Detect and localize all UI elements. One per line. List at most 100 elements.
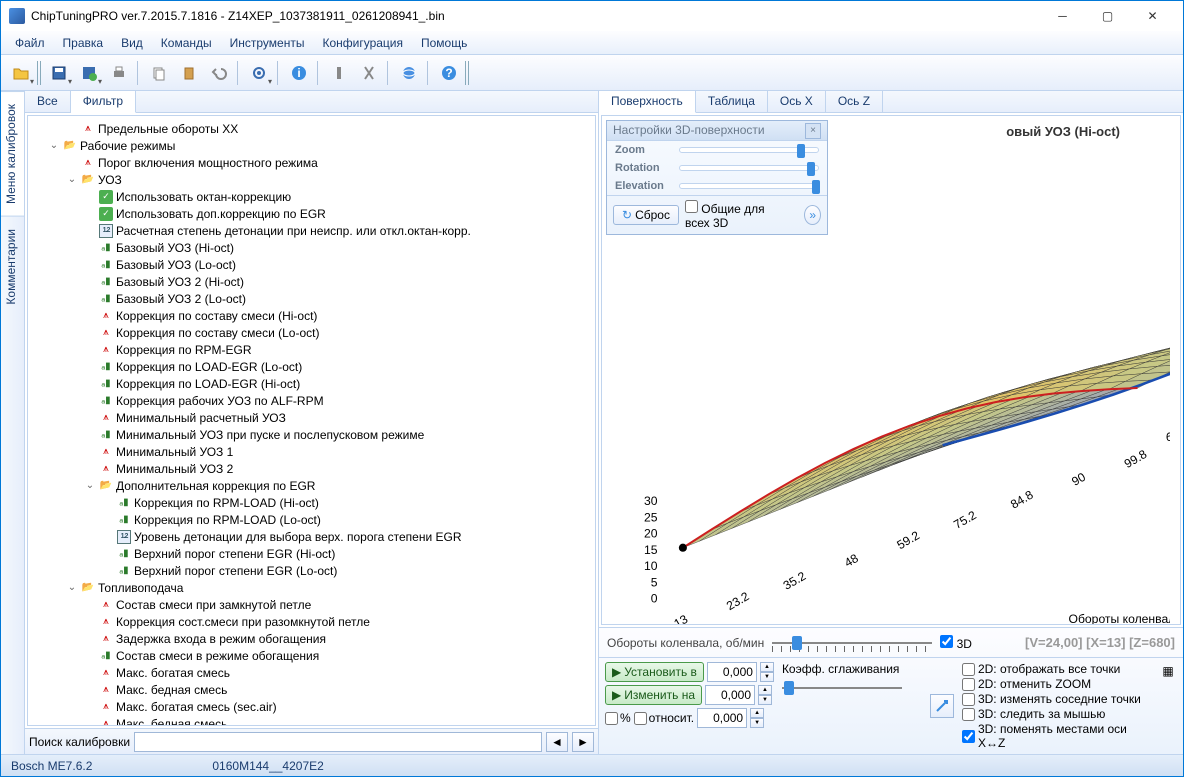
sidetab-calibrations[interactable]: Меню калибровок xyxy=(1,91,24,216)
tree-item[interactable]: ⩚Состав смеси при замкнутой петле xyxy=(30,596,593,613)
set-spinner[interactable]: ▲▼ xyxy=(760,662,774,682)
elevation-slider[interactable] xyxy=(679,183,819,189)
tree-item[interactable]: ₐ▮Минимальный УОЗ при пуске и послепуско… xyxy=(30,426,593,443)
grid-icon[interactable]: ▦ xyxy=(1159,662,1177,680)
menu-tools[interactable]: Инструменты xyxy=(224,34,311,52)
menu-view[interactable]: Вид xyxy=(115,34,149,52)
globe-button[interactable] xyxy=(395,59,423,87)
tab-table[interactable]: Таблица xyxy=(696,91,768,112)
tree-item[interactable]: ⩚Макс. богатая смесь (sec.air) xyxy=(30,698,593,715)
expand-button[interactable]: » xyxy=(804,205,821,225)
close-button[interactable]: ✕ xyxy=(1130,1,1175,31)
tree-item[interactable]: ₐ▮Коррекция по LOAD-EGR (Hi-oct) xyxy=(30,375,593,392)
gear-button[interactable] xyxy=(245,59,273,87)
smooth-slider[interactable] xyxy=(782,679,902,697)
tree-item[interactable]: ⩚Коррекция по составу смеси (Lo-oct) xyxy=(30,324,593,341)
tool1-button[interactable] xyxy=(325,59,353,87)
rel-value-input[interactable] xyxy=(697,708,747,728)
tab-surface[interactable]: Поверхность xyxy=(599,91,696,113)
tree-item[interactable]: ₐ▮Верхний порог степени EGR (Lo-oct) xyxy=(30,562,593,579)
zoom-slider[interactable] xyxy=(679,147,819,153)
tree-item[interactable]: ⩚Коррекция по составу смеси (Hi-oct) xyxy=(30,307,593,324)
tree-item[interactable]: ₐ▮Базовый УОЗ (Hi-oct) xyxy=(30,239,593,256)
tree-item[interactable]: ₐ▮Коррекция по RPM-LOAD (Lo-oct) xyxy=(30,511,593,528)
tree-item[interactable]: ✓Использовать доп.коррекцию по EGR xyxy=(30,205,593,222)
tree-item[interactable]: ✓Использовать октан-коррекцию xyxy=(30,188,593,205)
chart-area[interactable]: Настройки 3D-поверхности × Zoom Rotation… xyxy=(601,115,1181,625)
apply-smooth-button[interactable] xyxy=(930,694,954,718)
tree-item[interactable]: ⩚Порог включения мощностного режима xyxy=(30,154,593,171)
toolbar-handle-2[interactable] xyxy=(465,61,471,85)
toolbar-handle[interactable] xyxy=(37,61,43,85)
search-prev-button[interactable]: ◄ xyxy=(546,732,568,752)
tree-item[interactable]: ⩚Коррекция по RPM-EGR xyxy=(30,341,593,358)
change-value-input[interactable] xyxy=(705,685,755,705)
info-button[interactable]: i xyxy=(285,59,313,87)
search-input[interactable] xyxy=(134,732,542,752)
search-next-button[interactable]: ► xyxy=(572,732,594,752)
undo-button[interactable] xyxy=(205,59,233,87)
rotation-slider[interactable] xyxy=(679,165,819,171)
tool2-button[interactable] xyxy=(355,59,383,87)
tree-item[interactable]: ⩚Минимальный расчетный УОЗ xyxy=(30,409,593,426)
print-button[interactable] xyxy=(105,59,133,87)
tree-item[interactable]: ⩚Макс. бедная смесь xyxy=(30,681,593,698)
option-check[interactable]: 3D: изменять соседние точки xyxy=(962,692,1151,706)
calibration-tree[interactable]: ⩚Предельные обороты ХХ⌄📂Рабочие режимы⩚П… xyxy=(27,115,596,726)
tree-item[interactable]: ₐ▮Базовый УОЗ 2 (Hi-oct) xyxy=(30,273,593,290)
set-value-input[interactable] xyxy=(707,662,757,682)
set-button[interactable]: ▶ Установить в xyxy=(605,662,704,682)
3d-checkbox[interactable]: 3D xyxy=(940,635,972,651)
tree-item[interactable]: ⩚Минимальный УОЗ 2 xyxy=(30,460,593,477)
tree-item[interactable]: ⩚Предельные обороты ХХ xyxy=(30,120,593,137)
tab-all[interactable]: Все xyxy=(25,91,71,112)
tree-item[interactable]: 1.2Расчетная степень детонации при неисп… xyxy=(30,222,593,239)
tree-item[interactable]: ⌄📂Рабочие режимы xyxy=(30,137,593,154)
sidetab-comments[interactable]: Комментарии xyxy=(1,216,24,317)
tab-filter[interactable]: Фильтр xyxy=(71,91,136,113)
option-check[interactable]: 3D: поменять местами оси X↔Z xyxy=(962,722,1151,750)
tree-item[interactable]: ₐ▮Базовый УОЗ 2 (Lo-oct) xyxy=(30,290,593,307)
tree-item[interactable]: ⩚Задержка входа в режим обогащения xyxy=(30,630,593,647)
menu-edit[interactable]: Правка xyxy=(57,34,110,52)
rel-spinner[interactable]: ▲▼ xyxy=(750,708,764,728)
rpm-slider[interactable] xyxy=(772,634,932,652)
tree-item[interactable]: ₐ▮Базовый УОЗ (Lo-oct) xyxy=(30,256,593,273)
tab-axis-x[interactable]: Ось X xyxy=(768,91,826,112)
menu-help[interactable]: Помощь xyxy=(415,34,473,52)
reset-button[interactable]: ↻Сброс xyxy=(613,205,679,225)
menu-config[interactable]: Конфигурация xyxy=(316,34,409,52)
shared-checkbox[interactable]: Общие для всех 3D xyxy=(685,200,792,230)
copy-button[interactable] xyxy=(145,59,173,87)
relative-checkbox[interactable]: относит. xyxy=(634,711,694,725)
tree-item[interactable]: ⩚Коррекция сост.смеси при разомкнутой пе… xyxy=(30,613,593,630)
tree-item[interactable]: ⩚Макс. бедная смесь xyxy=(30,715,593,726)
maximize-button[interactable]: ▢ xyxy=(1085,1,1130,31)
tree-item[interactable]: ₐ▮Коррекция по LOAD-EGR (Lo-oct) xyxy=(30,358,593,375)
paste-button[interactable] xyxy=(175,59,203,87)
tree-item[interactable]: ⩚Макс. богатая смесь xyxy=(30,664,593,681)
tree-item[interactable]: ⌄📂Дополнительная коррекция по EGR xyxy=(30,477,593,494)
option-check[interactable]: 3D: следить за мышью xyxy=(962,707,1151,721)
tree-item[interactable]: ₐ▮Коррекция по RPM-LOAD (Hi-oct) xyxy=(30,494,593,511)
tree-item[interactable]: ₐ▮Состав смеси в режиме обогащения xyxy=(30,647,593,664)
tree-item[interactable]: 1.2Уровень детонации для выбора верх. по… xyxy=(30,528,593,545)
tree-item[interactable]: ⌄📂УОЗ xyxy=(30,171,593,188)
open-button[interactable] xyxy=(7,59,35,87)
change-spinner[interactable]: ▲▼ xyxy=(758,685,772,705)
menu-file[interactable]: Файл xyxy=(9,34,51,52)
percent-checkbox[interactable]: % xyxy=(605,711,631,725)
tree-item[interactable]: ⌄📂Топливоподача xyxy=(30,579,593,596)
menu-commands[interactable]: Команды xyxy=(155,34,218,52)
option-check[interactable]: 2D: отменить ZOOM xyxy=(962,677,1151,691)
tab-axis-z[interactable]: Ось Z xyxy=(826,91,883,112)
change-button[interactable]: ▶ Изменить на xyxy=(605,685,702,705)
settings-close-button[interactable]: × xyxy=(805,123,821,139)
tree-item[interactable]: ₐ▮Верхний порог степени EGR (Hi-oct) xyxy=(30,545,593,562)
save-button[interactable] xyxy=(45,59,73,87)
help-button[interactable]: ? xyxy=(435,59,463,87)
tree-item[interactable]: ⩚Минимальный УОЗ 1 xyxy=(30,443,593,460)
minimize-button[interactable]: ─ xyxy=(1040,1,1085,31)
save-as-button[interactable] xyxy=(75,59,103,87)
option-check[interactable]: 2D: отображать все точки xyxy=(962,662,1151,676)
